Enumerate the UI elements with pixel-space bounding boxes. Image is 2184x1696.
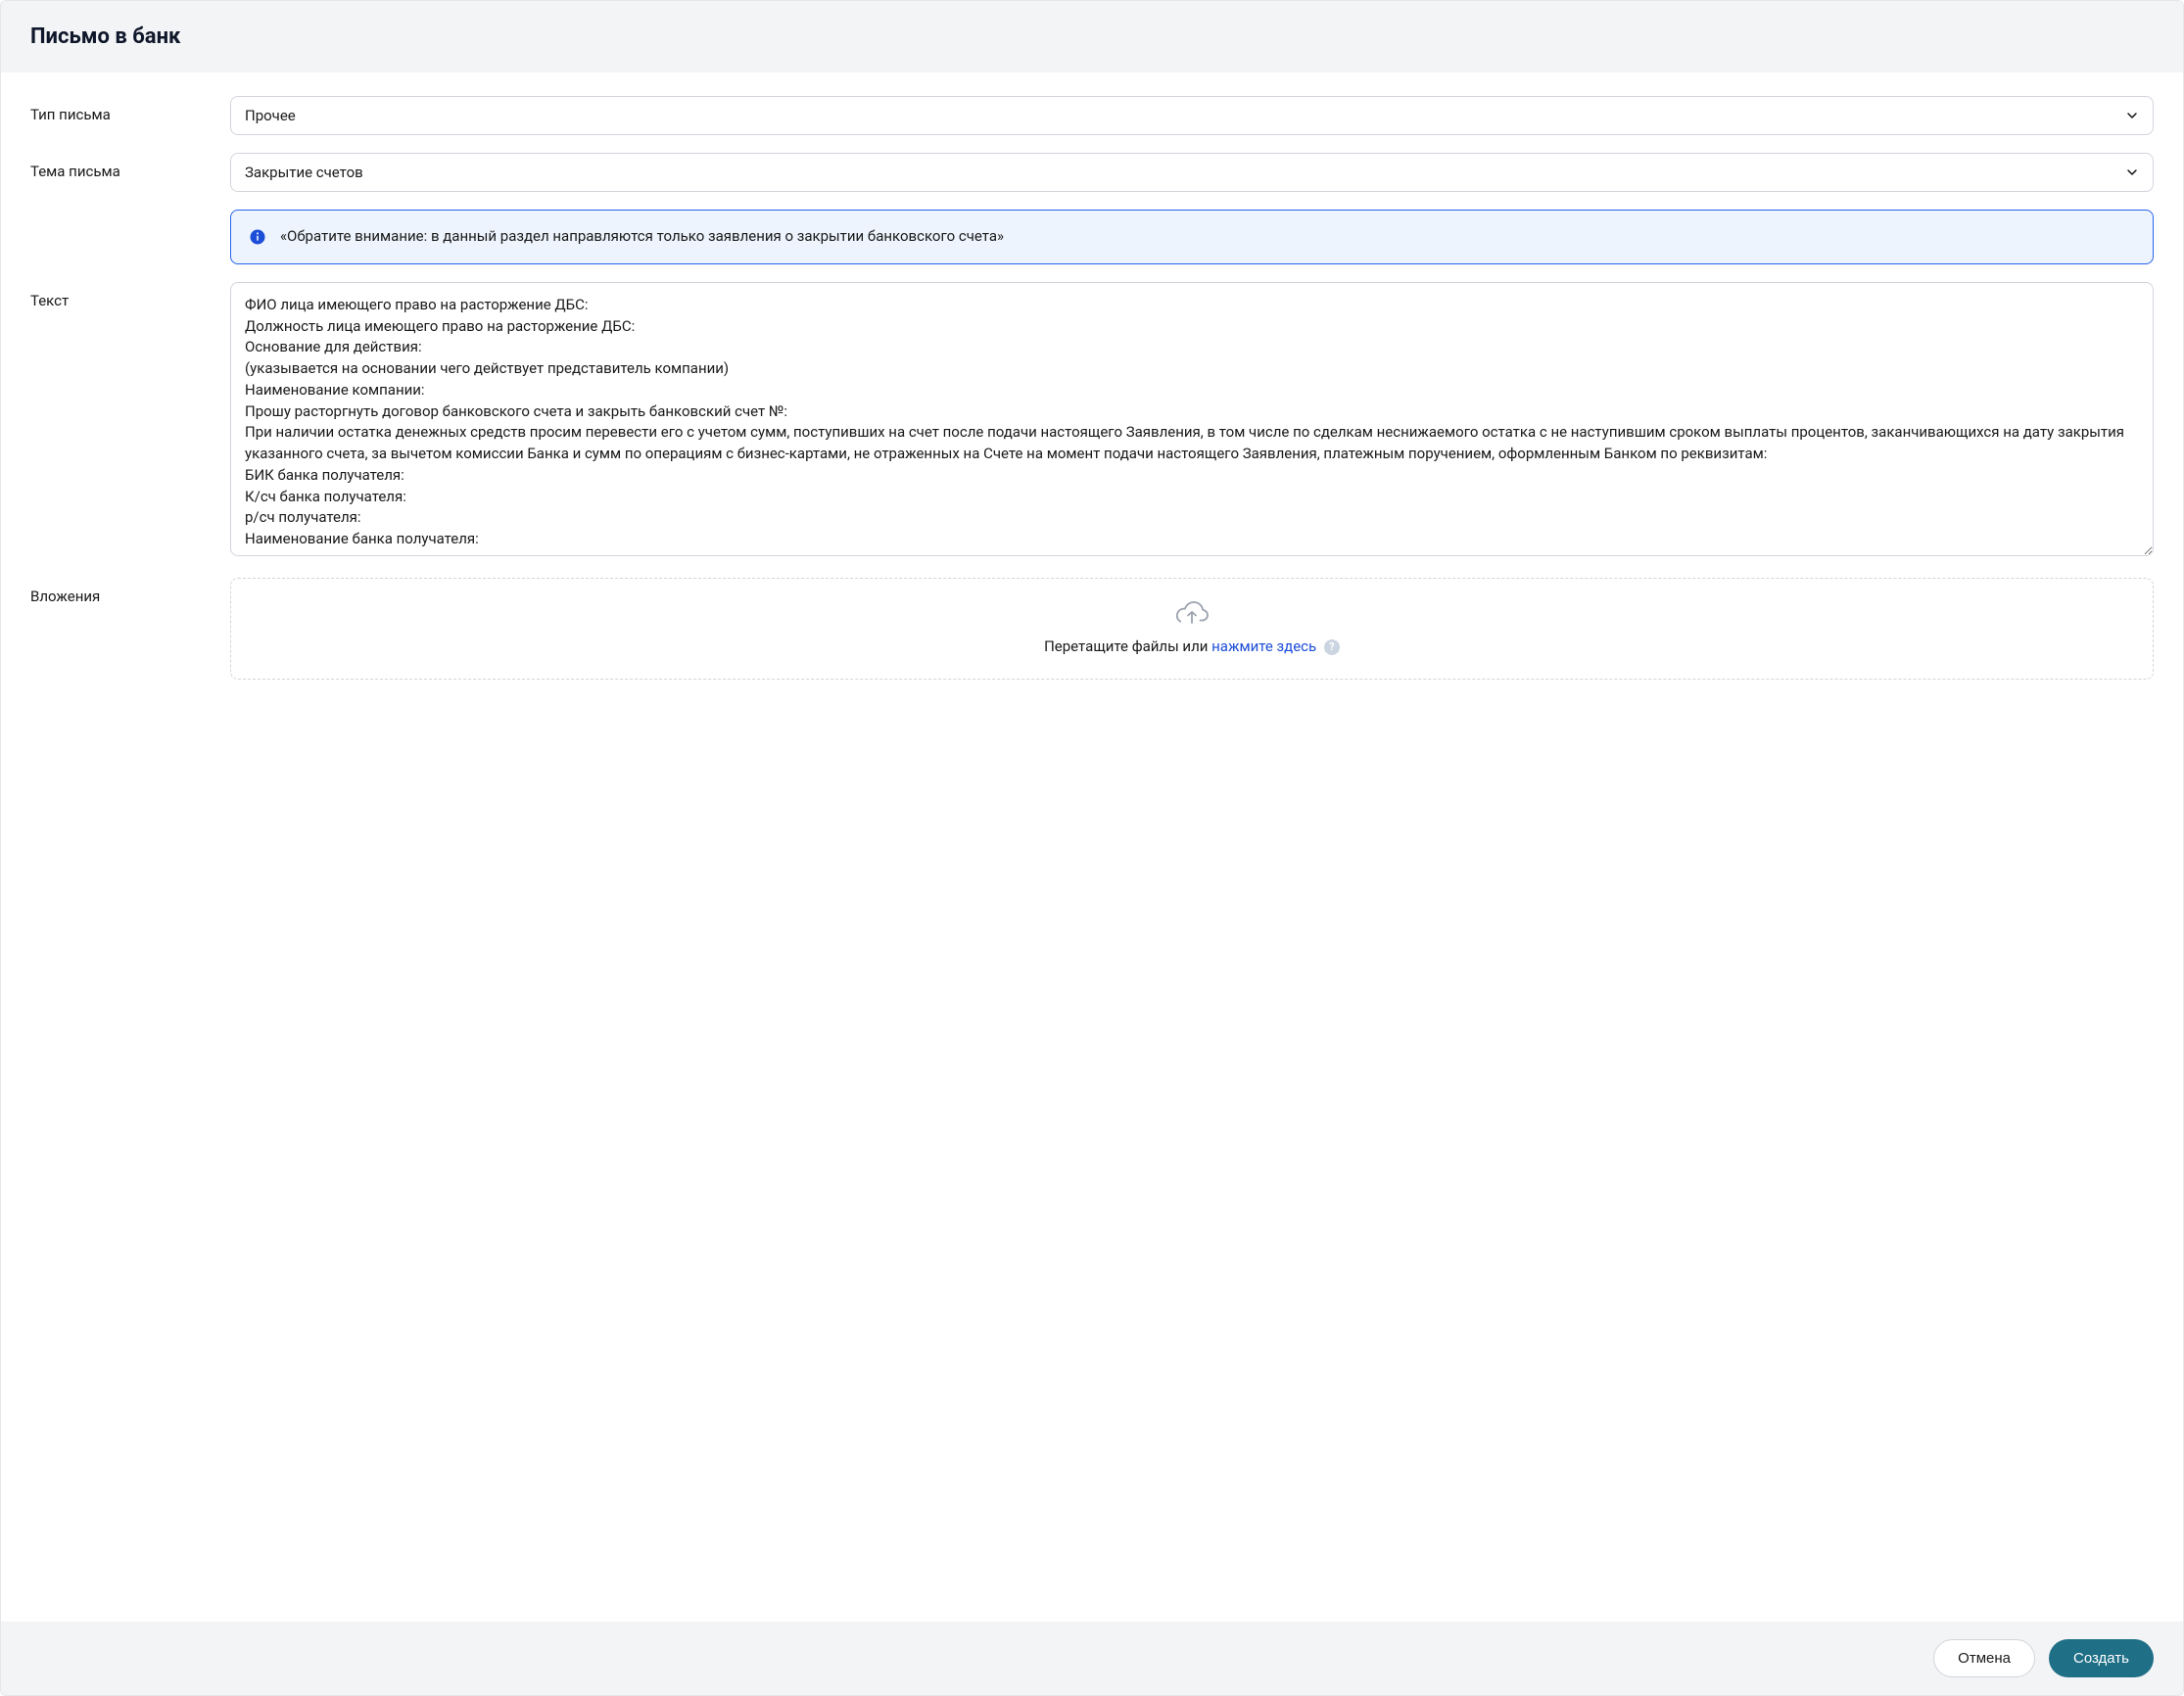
label-letter-type: Тип письма: [30, 96, 207, 123]
dialog-header: Письмо в банк: [1, 1, 2183, 72]
dropzone-text: Перетащите файлы или нажмите здесь ?: [247, 637, 2137, 655]
page-title: Письмо в банк: [30, 24, 2154, 49]
cancel-button[interactable]: Отмена: [1933, 1639, 2035, 1677]
dropzone-browse-link[interactable]: нажмите здесь: [1211, 637, 1316, 655]
label-body: Текст: [30, 282, 207, 309]
info-banner: «Обратите внимание: в данный раздел напр…: [230, 210, 2154, 264]
select-letter-type-value: Прочее: [245, 107, 296, 124]
select-subject-value: Закрытие счетов: [245, 164, 363, 181]
submit-button[interactable]: Создать: [2049, 1639, 2154, 1677]
row-subject: Тема письма Закрытие счетов «Обратите вн…: [30, 153, 2154, 264]
dialog-footer: Отмена Создать: [1, 1622, 2183, 1695]
letter-to-bank-dialog: Письмо в банк Тип письма Прочее Тема пис…: [0, 0, 2184, 1696]
label-attachments: Вложения: [30, 578, 207, 605]
info-banner-text: «Обратите внимание: в данный раздел напр…: [280, 226, 1004, 248]
cloud-upload-icon: [1175, 600, 1209, 626]
form-body: Тип письма Прочее Тема письма Закрытие: [1, 72, 2183, 1622]
textarea-body[interactable]: [230, 282, 2154, 556]
label-subject: Тема письма: [30, 153, 207, 180]
file-dropzone[interactable]: Перетащите файлы или нажмите здесь ?: [230, 578, 2154, 680]
row-attachments: Вложения Перетащите файлы или нажмите зд…: [30, 578, 2154, 680]
select-letter-type[interactable]: Прочее: [230, 96, 2154, 135]
row-body: Текст: [30, 282, 2154, 560]
select-subject[interactable]: Закрытие счетов: [230, 153, 2154, 192]
dropzone-drag-text: Перетащите файлы или: [1044, 637, 1211, 655]
row-letter-type: Тип письма Прочее: [30, 96, 2154, 135]
help-icon[interactable]: ?: [1324, 639, 1340, 655]
info-icon: [249, 228, 266, 246]
